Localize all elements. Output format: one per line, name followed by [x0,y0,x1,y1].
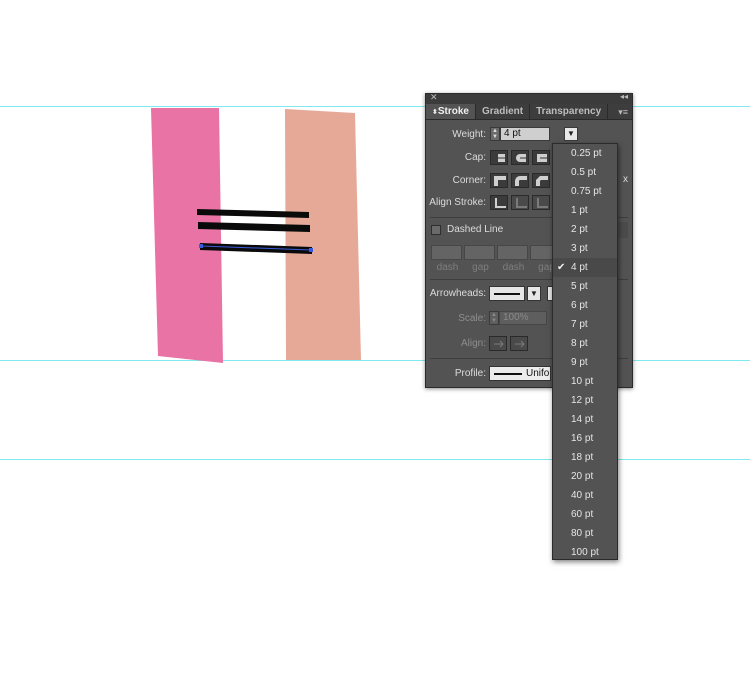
close-icon[interactable]: ✕ [430,92,438,103]
weight-option[interactable]: 0.25 pt [553,144,617,163]
weight-option[interactable]: 14 pt [553,410,617,429]
dash-label: dash [502,262,525,273]
dash-field-1[interactable] [431,245,462,260]
weight-option[interactable]: 40 pt [553,486,617,505]
round-cap-button[interactable] [511,150,529,165]
weight-option[interactable]: 80 pt [553,524,617,543]
arrowheads-label: Arrowheads: [429,288,486,299]
panel-menu-icon[interactable]: ▾≡ [618,104,628,120]
weight-stepper[interactable]: ▲ ▼ [490,127,500,141]
dashed-line-checkbox[interactable] [431,224,441,235]
weight-option[interactable]: 0.5 pt [553,163,617,182]
start-arrowhead-select[interactable] [489,286,525,301]
align-stroke-row: Align Stroke: [426,195,553,210]
start-arrowhead-dropdown[interactable]: ▼ [527,286,541,301]
profile-row: Profile: Uniform [426,366,551,381]
profile-label: Profile: [454,368,486,379]
scale-stepper[interactable]: ▲ ▼ [489,311,499,325]
scale-input[interactable]: 100% [499,311,547,325]
profile-select[interactable]: Uniform [489,366,551,381]
miter-join-button[interactable] [490,173,508,188]
anchor-point[interactable] [199,244,203,248]
weight-option[interactable]: 2 pt [553,220,617,239]
dash-gap-labels: dash gap dash gap [431,262,563,273]
arrow-end-icon [515,340,525,348]
dash-label: dash [436,262,459,273]
round-join-button[interactable] [511,173,529,188]
align-inside-button[interactable] [511,195,529,210]
dashed-line-label: Dashed Line [447,224,504,235]
weight-option[interactable]: 10 pt [553,372,617,391]
tab-gradient[interactable]: Gradient [476,104,531,119]
weight-dropdown-button[interactable]: ▼ [564,127,578,141]
weight-option[interactable]: 100 pt [553,543,617,562]
weight-option[interactable]: 3 pt [553,239,617,258]
tab-stroke[interactable]: ⬍Stroke [426,104,476,119]
align-center-icon [495,198,506,208]
weight-option[interactable]: 20 pt [553,467,617,486]
corner-label: Corner: [452,175,486,186]
dashed-line-row: Dashed Line [431,224,503,235]
weight-option[interactable]: 7 pt [553,315,617,334]
bevel-join-icon [536,176,548,186]
round-join-icon [515,176,527,186]
weight-label: Weight: [452,128,486,140]
miter-join-icon [494,176,506,186]
panel-title-bar[interactable]: ✕ ◂◂ [426,92,632,104]
dash-field-2[interactable] [497,245,528,260]
align-label: Align: [460,338,486,349]
arrow-align-tip-button[interactable] [489,336,507,351]
align-outside-button[interactable] [532,195,550,210]
salmon-shape[interactable] [285,109,361,360]
miter-limit-suffix: x [623,174,628,185]
projecting-cap-icon [537,154,547,162]
projecting-cap-button[interactable] [532,150,550,165]
weight-option[interactable]: 0.75 pt [553,182,617,201]
cap-label: Cap: [464,152,486,163]
arrow-tip-icon [494,340,504,348]
weight-input[interactable]: 4 pt [500,127,550,141]
arrowheads-row: Arrowheads: ▼ [426,286,557,301]
weight-option[interactable]: 16 pt [553,429,617,448]
cap-row: Cap: [426,150,553,165]
pink-shape[interactable] [151,108,223,363]
scale-row: Scale: ▲ ▼ 100% [426,311,547,325]
weight-option[interactable]: 1 pt [553,201,617,220]
dash-gap-fields [431,245,563,260]
butt-cap-button[interactable] [490,150,508,165]
weight-option[interactable]: 60 pt [553,505,617,524]
align-inside-icon [516,198,527,208]
artboard[interactable] [0,0,750,673]
tab-transparency[interactable]: Transparency [530,104,609,119]
weight-option[interactable]: 9 pt [553,353,617,372]
arrow-align-row: Align: [426,336,531,351]
round-cap-icon [516,154,526,162]
weight-option[interactable]: 18 pt [553,448,617,467]
weight-option[interactable]: 8 pt [553,334,617,353]
butt-cap-icon [498,154,505,162]
checkmark-icon: ✔ [557,262,566,273]
align-center-button[interactable] [490,195,508,210]
weight-option-selected[interactable]: ✔ 4 pt [553,258,617,277]
gap-field-1[interactable] [464,245,495,260]
arrow-align-end-button[interactable] [510,336,528,351]
weight-option[interactable]: 12 pt [553,391,617,410]
weight-option[interactable]: 5 pt [553,277,617,296]
align-outside-icon [537,198,548,208]
bevel-join-button[interactable] [532,173,550,188]
gap-label: gap [472,262,489,273]
panel-tabs: ⬍Stroke Gradient Transparency ▾≡ [426,104,632,120]
weight-row: Weight: ▲ ▼ 4 pt ▼ [426,127,578,141]
anchor-point[interactable] [309,248,313,252]
weight-option[interactable]: 6 pt [553,296,617,315]
scale-label: Scale: [458,312,486,324]
weight-dropdown-list: 0.25 pt 0.5 pt 0.75 pt 1 pt 2 pt 3 pt ✔ 4… [552,143,618,560]
align-stroke-label: Align Stroke: [429,197,486,208]
corner-row: Corner: [426,173,553,188]
collapse-icon[interactable]: ◂◂ [620,92,628,101]
